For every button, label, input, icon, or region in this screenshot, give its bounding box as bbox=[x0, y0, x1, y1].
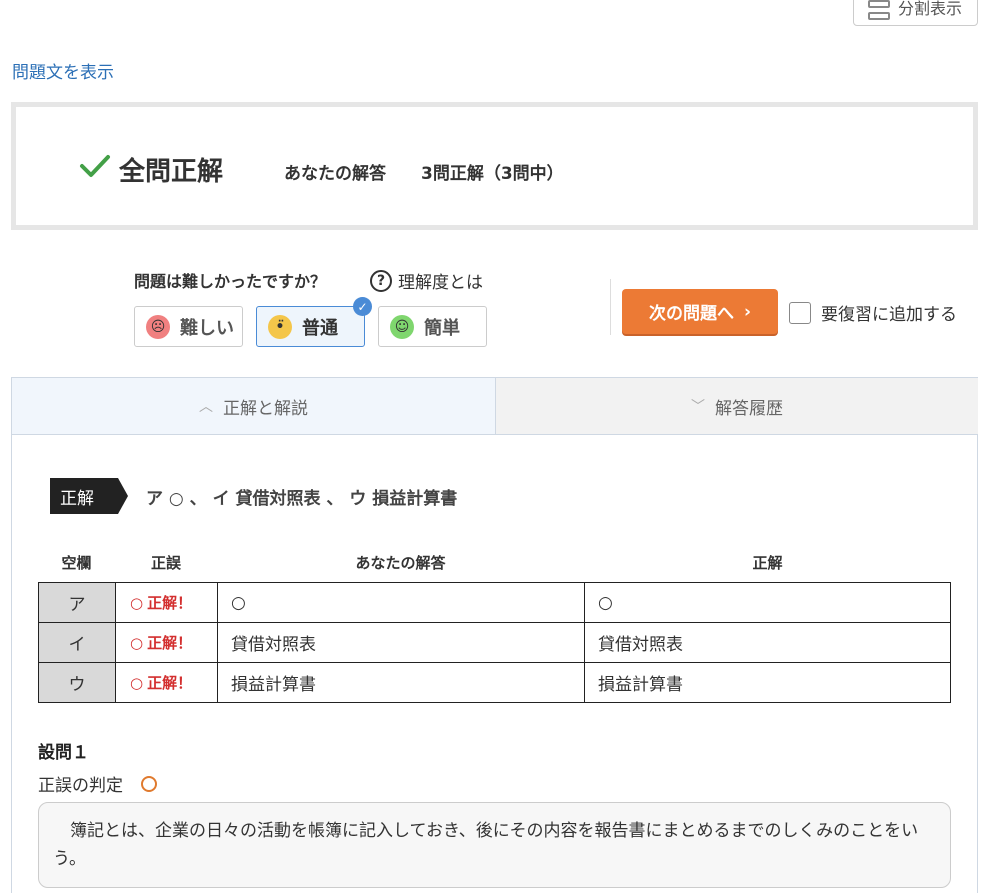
check-icon bbox=[80, 155, 110, 177]
table-row: ア ○ 正解！ ○ ○ bbox=[38, 582, 951, 623]
table-row: ウ ○ 正解！ 損益計算書 損益計算書 bbox=[38, 662, 951, 703]
col-header-judge: 正誤 bbox=[150, 554, 181, 572]
correct-text: 正解！ bbox=[147, 674, 193, 692]
correct-text: 正解！ bbox=[147, 594, 193, 612]
judge-label-row: 正誤の判定 bbox=[38, 771, 157, 796]
difficulty-hard-button[interactable]: ☹ 難しい bbox=[134, 306, 243, 347]
help-icon: ? bbox=[370, 269, 392, 292]
correct-mark: ○ bbox=[130, 634, 144, 652]
col-header-blank: 空欄 bbox=[61, 554, 92, 572]
selected-check-icon: ✓ bbox=[353, 297, 372, 316]
your-answer-cell: 損益計算書 bbox=[217, 662, 585, 703]
tab-answer-history[interactable]: ﹀ 解答履歴 bbox=[496, 378, 978, 435]
correct-mark: ○ bbox=[130, 594, 144, 612]
result-box: 全問正解 あなたの解答 3問正解（3問中） bbox=[11, 102, 978, 230]
answer-table: ア ○ 正解！ ○ ○ イ ○ 正解！ 貸借対照表 貸借対照表 ウ ○ 正解！ 損益計… bbox=[38, 582, 951, 703]
correct-answer-cell: ○ bbox=[584, 582, 951, 623]
tab-answer-explanation-label: 正解と解説 bbox=[223, 398, 308, 419]
answer-panel: ︿ 正解と解説 ﹀ 解答履歴 正解 ア ○ 、 イ 貸借対照表 、 ウ 損益計算… bbox=[11, 377, 978, 893]
col-header-correct: 正解 bbox=[752, 554, 783, 572]
review-checkbox[interactable] bbox=[789, 301, 811, 324]
next-question-button[interactable]: 次の問題へ › bbox=[622, 289, 778, 334]
blank-cell: ア bbox=[38, 582, 116, 623]
explanation-box: 簿記とは、企業の日々の活動を帳簿に記入しておき、後にその内容を報告書にまとめるま… bbox=[38, 802, 951, 888]
show-question-link[interactable]: 問題文を表示 bbox=[12, 58, 114, 83]
difficulty-normal-button[interactable]: •̈ 普通 bbox=[256, 306, 365, 347]
chevron-right-icon: › bbox=[743, 301, 751, 322]
correct-text: 正解！ bbox=[147, 634, 193, 652]
judge-label: 正誤の判定 bbox=[38, 776, 123, 796]
split-view-icon bbox=[868, 0, 890, 20]
review-checkbox-row[interactable]: 要復習に追加する bbox=[789, 300, 957, 325]
review-label: 要復習に追加する bbox=[821, 305, 957, 325]
difficulty-hard-label: 難しい bbox=[180, 317, 234, 339]
your-answer-value: 3問正解（3問中） bbox=[421, 164, 564, 184]
your-answer-cell: ○ bbox=[217, 582, 585, 623]
smile-face-icon: ☺ bbox=[390, 314, 414, 339]
your-answer-cell: 貸借対照表 bbox=[217, 622, 585, 663]
table-row: イ ○ 正解！ 貸借対照表 貸借対照表 bbox=[38, 622, 951, 663]
correct-answer-cell: 貸借対照表 bbox=[584, 622, 951, 663]
blank-cell: ウ bbox=[38, 662, 116, 703]
tab-answer-history-label: 解答履歴 bbox=[715, 398, 783, 419]
chevron-down-icon: ﹀ bbox=[691, 399, 705, 415]
difficulty-normal-label: 普通 bbox=[302, 317, 338, 339]
next-question-label: 次の問題へ bbox=[648, 304, 734, 324]
difficulty-easy-button[interactable]: ☺ 簡単 bbox=[378, 306, 487, 347]
divider bbox=[610, 279, 611, 335]
understanding-label: 理解度とは bbox=[398, 273, 483, 293]
chevron-up-icon: ︿ bbox=[199, 399, 213, 415]
col-header-yours: あなたの解答 bbox=[355, 554, 446, 572]
judge-cell: ○ 正解！ bbox=[115, 582, 218, 623]
split-view-label: 分割表示 bbox=[898, 0, 963, 18]
result-title: 全問正解 bbox=[119, 157, 224, 187]
neutral-face-icon: •̈ bbox=[268, 314, 292, 339]
correct-mark: ○ bbox=[130, 674, 144, 692]
correct-answer-tag: 正解 bbox=[50, 478, 128, 514]
difficulty-easy-label: 簡単 bbox=[424, 317, 460, 339]
blank-cell: イ bbox=[38, 622, 116, 663]
judge-cell: ○ 正解！ bbox=[115, 662, 218, 703]
your-answer-label: あなたの解答 bbox=[284, 164, 386, 184]
difficulty-question: 問題は難しかったですか？ bbox=[134, 272, 327, 291]
correct-answer-cell: 損益計算書 bbox=[584, 662, 951, 703]
correct-answer-text: ア ○ 、 イ 貸借対照表 、 ウ 損益計算書 bbox=[146, 489, 458, 509]
circle-mark-icon bbox=[141, 775, 157, 792]
tab-answer-explanation[interactable]: ︿ 正解と解説 bbox=[12, 378, 496, 435]
sad-face-icon: ☹ bbox=[146, 314, 170, 339]
judge-cell: ○ 正解！ bbox=[115, 622, 218, 663]
split-view-button[interactable]: 分割表示 bbox=[853, 0, 978, 26]
understanding-link[interactable]: ? 理解度とは bbox=[370, 268, 483, 293]
question-1-title: 設問１ bbox=[38, 743, 89, 763]
